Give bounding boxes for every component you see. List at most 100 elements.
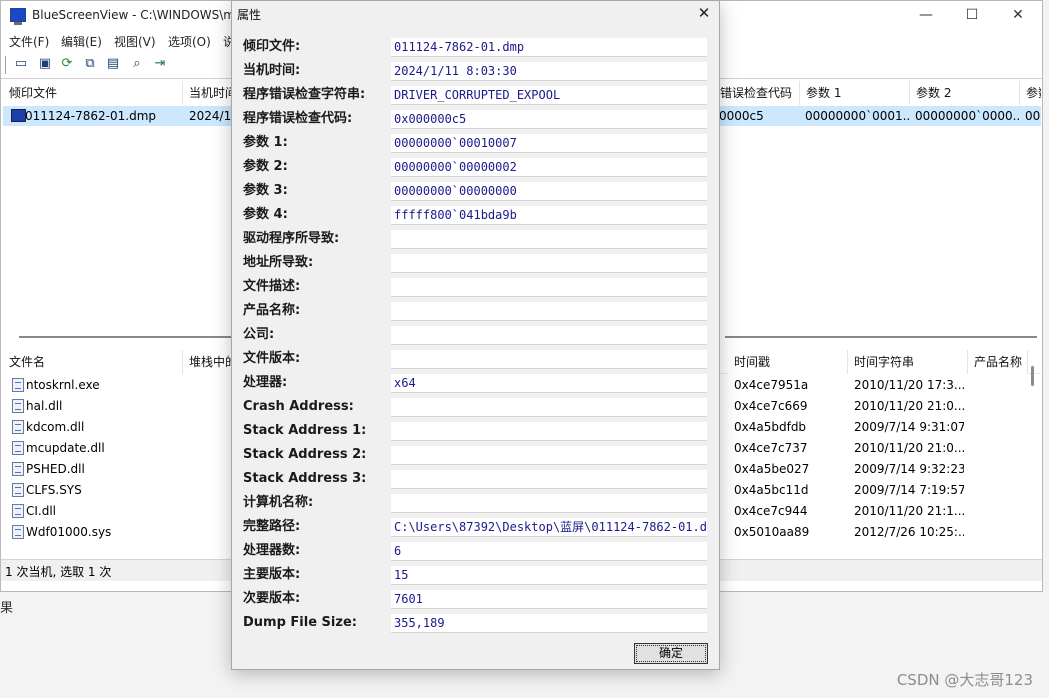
module-filename: hal.dll: [26, 399, 63, 413]
property-label: Stack Address 1:: [243, 423, 367, 438]
property-value[interactable]: 355,189: [391, 614, 707, 633]
property-value[interactable]: 011124-7862-01.dmp: [391, 38, 707, 57]
property-value[interactable]: [391, 422, 707, 441]
file-icon: [12, 441, 24, 455]
scrollbar-thumb[interactable]: [725, 336, 1037, 338]
file-icon: [12, 525, 24, 539]
module-timestamp: 0x4ce7951a: [734, 378, 809, 392]
module-time-string: 2010/11/20 21:0...: [854, 399, 964, 413]
property-label: 倾印文件:: [243, 39, 301, 54]
module-timestamp: 0x4ce7c737: [734, 441, 808, 455]
column-filename[interactable]: 文件名: [3, 350, 183, 374]
dialog-title-bar: 属性 ✕: [232, 1, 719, 27]
copy-icon[interactable]: ⧉: [82, 56, 98, 72]
menu-view[interactable]: 视图(V): [114, 33, 156, 50]
module-time-string: 2010/11/20 21:1...: [854, 504, 964, 518]
property-label: Dump File Size:: [243, 615, 357, 630]
property-value[interactable]: 00000000`00000000: [391, 182, 707, 201]
property-label: 公司:: [243, 327, 275, 342]
property-label: 处理器数:: [243, 543, 301, 558]
module-timestamp: 0x5010aa89: [734, 525, 810, 539]
property-value[interactable]: [391, 446, 707, 465]
module-timestamp: 0x4a5bc11d: [734, 483, 809, 497]
property-label: 驱动程序所导致:: [243, 231, 340, 246]
module-time-string: 2009/7/14 7:19:57: [854, 483, 964, 497]
file-icon: [12, 504, 24, 518]
menu-edit[interactable]: 编辑(E): [61, 33, 102, 50]
properties-icon[interactable]: ▤: [105, 56, 121, 72]
toolbar-separator: [5, 56, 7, 74]
scrollbar-thumb[interactable]: [19, 336, 233, 338]
property-value[interactable]: x64: [391, 374, 707, 393]
property-value[interactable]: [391, 398, 707, 417]
column-timestamp[interactable]: 时间戳: [728, 350, 848, 374]
row-parameter-3: 000: [1025, 109, 1041, 123]
property-value[interactable]: 0x000000c5: [391, 110, 707, 129]
module-time-string: 2009/7/14 9:32:23: [854, 462, 964, 476]
property-value[interactable]: [391, 302, 707, 321]
property-value[interactable]: [391, 278, 707, 297]
property-label: 计算机名称:: [243, 495, 314, 510]
property-label: Stack Address 2:: [243, 447, 367, 462]
module-time-string: 2009/7/14 9:31:07: [854, 420, 964, 434]
column-bug-check-code[interactable]: 错误检查代码: [714, 81, 800, 105]
property-value[interactable]: 2024/1/11 8:03:30: [391, 62, 707, 81]
close-button[interactable]: ✕: [995, 1, 1041, 31]
ok-button[interactable]: 确定: [634, 643, 708, 664]
property-label: 处理器:: [243, 375, 288, 390]
find-icon[interactable]: ⌕: [129, 56, 145, 72]
property-value[interactable]: C:\Users\87392\Desktop\蓝屏\011124-7862-01…: [391, 518, 707, 537]
property-value[interactable]: 15: [391, 566, 707, 585]
column-product-name[interactable]: 产品名称: [968, 350, 1028, 374]
column-in-stack[interactable]: 堆栈中的: [183, 350, 233, 374]
column-parameter-1[interactable]: 参数 1: [800, 81, 910, 105]
maximize-button[interactable]: ☐: [949, 1, 995, 31]
property-value[interactable]: 00000000`00000002: [391, 158, 707, 177]
property-value[interactable]: 6: [391, 542, 707, 561]
property-value[interactable]: [391, 230, 707, 249]
property-value[interactable]: DRIVER_CORRUPTED_EXPOOL: [391, 86, 707, 105]
module-time-string: 2012/7/26 10:25:...: [854, 525, 964, 539]
minimize-button[interactable]: —: [903, 1, 949, 31]
file-icon: [12, 378, 24, 392]
property-value[interactable]: [391, 254, 707, 273]
column-time-string[interactable]: 时间字符串: [848, 350, 968, 374]
property-label: 参数 1:: [243, 135, 288, 150]
save-icon[interactable]: ▣: [37, 56, 53, 72]
property-label: 主要版本:: [243, 567, 301, 582]
property-value[interactable]: [391, 350, 707, 369]
refresh-icon[interactable]: ⟳: [59, 56, 75, 72]
scrollbar-thumb[interactable]: [1031, 366, 1034, 386]
property-value[interactable]: fffff800`041bda9b: [391, 206, 707, 225]
row-dump-file: 011124-7862-01.dmp: [25, 109, 157, 123]
property-value[interactable]: [391, 326, 707, 345]
property-label: Stack Address 3:: [243, 471, 367, 486]
row-crash-time: 2024/1/: [189, 109, 233, 123]
property-label: 完整路径:: [243, 519, 301, 534]
property-value[interactable]: [391, 470, 707, 489]
property-value[interactable]: 7601: [391, 590, 707, 609]
app-icon: [10, 8, 26, 25]
file-icon: [12, 483, 24, 497]
column-parameter-3[interactable]: 参数: [1020, 81, 1041, 105]
property-label: 文件版本:: [243, 351, 301, 366]
exit-icon[interactable]: ⇥: [152, 56, 168, 72]
file-icon: [12, 462, 24, 476]
property-label: 地址所导致:: [243, 255, 314, 270]
menu-file[interactable]: 文件(F): [9, 33, 49, 50]
property-value[interactable]: [391, 494, 707, 513]
row-parameter-1: 00000000`0001...: [805, 109, 910, 123]
properties-window-icon[interactable]: ▭: [13, 56, 29, 72]
module-filename: CI.dll: [26, 504, 57, 518]
menu-options[interactable]: 选项(O): [168, 33, 211, 50]
row-parameter-2: 00000000`0000...: [915, 109, 1020, 123]
column-crash-time[interactable]: 当机时间: [183, 81, 233, 105]
column-parameter-2[interactable]: 参数 2: [910, 81, 1020, 105]
property-value[interactable]: 00000000`00010007: [391, 134, 707, 153]
close-icon[interactable]: ✕: [693, 3, 715, 23]
property-label: 参数 2:: [243, 159, 288, 174]
watermark: CSDN @大志哥123: [896, 671, 1033, 689]
property-label: 次要版本:: [243, 591, 301, 606]
module-filename: Wdf01000.sys: [26, 525, 112, 539]
column-dump-file[interactable]: 倾印文件: [3, 81, 183, 105]
